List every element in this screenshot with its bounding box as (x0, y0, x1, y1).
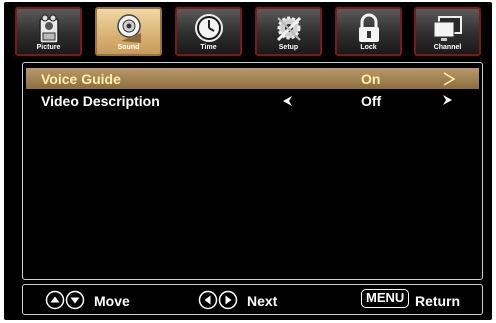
menu-item-video-description[interactable]: Video Description Off (26, 90, 479, 111)
arrow-left-icon[interactable] (282, 95, 293, 107)
tab-time-label: Time (200, 44, 217, 51)
arrow-right-icon[interactable] (442, 94, 453, 106)
menu-item-label: Video Description (41, 93, 160, 109)
tab-picture[interactable]: Picture (15, 7, 82, 56)
tab-channel[interactable]: Channel (414, 7, 481, 56)
move-hint: Move (94, 293, 130, 309)
tab-sound-label: Sound (117, 44, 140, 51)
chevron-right-icon[interactable] (442, 72, 456, 86)
sound-menu-panel: Voice Guide On Video Description Off (22, 62, 483, 280)
clock-icon (194, 14, 223, 42)
tab-setup[interactable]: Setup (255, 7, 322, 56)
tab-picture-label: Picture (36, 44, 61, 51)
channel-icon (433, 16, 462, 41)
picture-icon (38, 14, 59, 44)
lock-icon (358, 13, 379, 42)
up-down-buttons-icon (45, 290, 85, 310)
tv-menu-screen: Picture Sound Time Setup Lock Channel Vo… (4, 2, 492, 320)
menu-item-voice-guide[interactable]: Voice Guide On (26, 68, 479, 89)
tab-bar: Picture Sound Time Setup Lock Channel (15, 7, 481, 57)
tab-lock[interactable]: Lock (335, 7, 402, 56)
tab-time[interactable]: Time (175, 7, 242, 56)
key-hint-bar: Move Next MENU Return (22, 284, 483, 315)
menu-key-icon: MENU (361, 289, 410, 308)
return-hint: Return (415, 293, 461, 309)
tab-channel-label: Channel (433, 44, 462, 51)
next-hint: Next (247, 293, 278, 309)
tab-setup-label: Setup (278, 44, 299, 51)
menu-item-label: Voice Guide (41, 71, 121, 87)
sound-icon (116, 14, 141, 43)
left-right-buttons-icon (198, 290, 238, 310)
menu-item-value: On (361, 71, 381, 87)
menu-item-value: Off (361, 93, 382, 109)
tab-lock-label: Lock (360, 44, 377, 51)
setup-icon (276, 16, 301, 42)
tab-sound[interactable]: Sound (95, 7, 162, 56)
